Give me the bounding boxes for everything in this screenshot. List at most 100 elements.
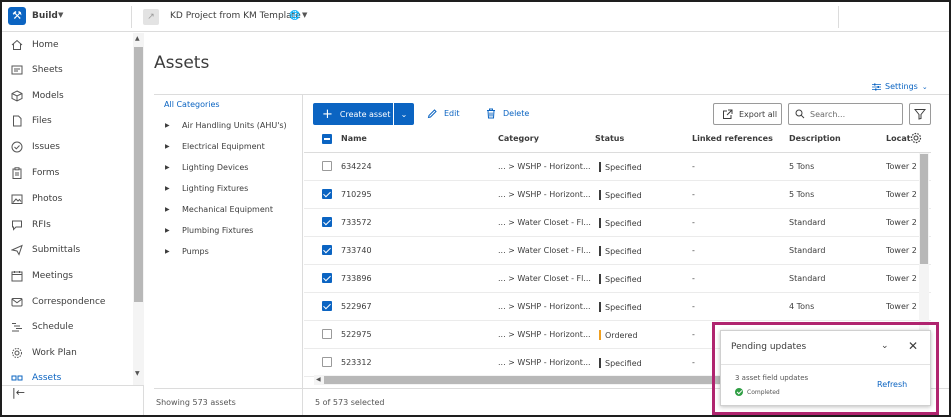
- caret-down-icon[interactable]: ▼: [58, 11, 63, 19]
- export-all-button[interactable]: Export all: [713, 103, 782, 125]
- table-row[interactable]: 710295 ... > WSHP - Horizont... Specified -…: [304, 181, 931, 209]
- edit-button[interactable]: Edit: [427, 108, 460, 119]
- sidebar-item-rfis[interactable]: RFIs: [2, 213, 133, 237]
- scroll-left-icon[interactable]: ◀: [316, 376, 321, 383]
- all-categories-link[interactable]: All Categories: [164, 100, 220, 109]
- chevron-down-icon: ⌄: [921, 82, 928, 91]
- sidebar-item-issues[interactable]: Issues: [2, 135, 133, 159]
- category-item[interactable]: ▶ Lighting Devices: [165, 163, 248, 172]
- expand-arrow-icon[interactable]: ▶: [165, 206, 182, 213]
- category-item[interactable]: ▶ Electrical Equipment: [165, 142, 265, 151]
- category-item[interactable]: ▶ Pumps: [165, 247, 209, 256]
- refresh-button[interactable]: Refresh: [877, 380, 907, 389]
- table-row[interactable]: 733740 ... > Water Closet - Fl... Specifie…: [304, 237, 931, 265]
- hammer-icon[interactable]: ⚒: [8, 7, 26, 25]
- create-asset-button[interactable]: + Create asset: [313, 103, 393, 125]
- column-header-linked-references[interactable]: Linked references: [692, 134, 773, 143]
- filter-button[interactable]: [909, 103, 931, 125]
- row-checkbox[interactable]: [322, 273, 332, 283]
- sidebar-item-home[interactable]: Home: [2, 33, 133, 57]
- status-text: Specified: [605, 275, 642, 284]
- sidebar-item-photos[interactable]: Photos: [2, 187, 133, 211]
- status-indicator: [599, 162, 601, 172]
- column-header-name[interactable]: Name: [341, 134, 367, 143]
- row-checkbox[interactable]: [322, 329, 332, 339]
- cell-description: 5 Tons: [789, 190, 815, 199]
- status-badge: Completed: [735, 388, 780, 396]
- sidebar-item-meetings[interactable]: Meetings: [2, 264, 133, 288]
- search-field[interactable]: [788, 103, 903, 125]
- delete-button[interactable]: Delete: [486, 108, 529, 119]
- sidebar-scroll-thumb[interactable]: [134, 47, 143, 302]
- column-header-location[interactable]: Locat: [886, 134, 911, 143]
- sidebar-item-files[interactable]: Files: [2, 109, 133, 133]
- row-checkbox[interactable]: [322, 245, 332, 255]
- column-header-category[interactable]: Category: [498, 134, 539, 143]
- expand-arrow-icon[interactable]: ▶: [165, 164, 182, 171]
- project-name[interactable]: KD Project from KM Template: [170, 11, 301, 21]
- sidebar-item-schedule[interactable]: Schedule: [2, 315, 133, 339]
- create-asset-dropdown[interactable]: ⌄: [394, 103, 414, 125]
- filter-icon: [914, 109, 926, 120]
- column-settings-gear-icon[interactable]: [910, 132, 922, 147]
- delete-label: Delete: [503, 109, 530, 118]
- cell-status: Ordered: [599, 330, 638, 340]
- column-header-description[interactable]: Description: [789, 134, 841, 143]
- row-checkbox[interactable]: [322, 301, 332, 311]
- scroll-up-icon[interactable]: ▲: [135, 35, 140, 42]
- collapse-chevron-icon[interactable]: ⌄: [881, 341, 889, 351]
- category-item[interactable]: ▶ Mechanical Equipment: [165, 205, 273, 214]
- sidebar-item-models[interactable]: Models: [2, 84, 133, 108]
- cell-linked-references: -: [692, 218, 695, 227]
- table-horizontal-scroll-thumb[interactable]: [324, 376, 724, 384]
- cell-name: 522967: [341, 302, 372, 311]
- row-checkbox[interactable]: [322, 189, 332, 199]
- row-checkbox[interactable]: [322, 161, 332, 171]
- row-checkbox[interactable]: [322, 357, 332, 367]
- expand-arrow-icon[interactable]: ▶: [165, 248, 182, 255]
- row-checkbox[interactable]: [322, 217, 332, 227]
- expand-arrow-icon[interactable]: ▶: [165, 122, 182, 129]
- category-item[interactable]: ▶ Air Handling Units (AHU's): [165, 121, 287, 130]
- sidebar-item-sheets[interactable]: Sheets: [2, 58, 133, 82]
- app-switcher-label[interactable]: Build: [32, 11, 58, 21]
- sidebar-item-assets[interactable]: Assets: [2, 367, 133, 385]
- page-title: Assets: [154, 53, 210, 73]
- sidebar-item-correspondence[interactable]: Correspondence: [2, 290, 133, 314]
- table-row[interactable]: 522967 ... > WSHP - Horizont... Specified -…: [304, 293, 931, 321]
- category-label: Plumbing Fixtures: [182, 226, 254, 235]
- select-all-checkbox[interactable]: [322, 134, 332, 144]
- expand-arrow-icon[interactable]: ▶: [165, 185, 182, 192]
- sidebar-item-forms[interactable]: Forms: [2, 161, 133, 185]
- table-vertical-scroll-thumb[interactable]: [920, 154, 928, 264]
- collapse-sidebar-icon[interactable]: |←: [12, 386, 25, 399]
- caret-down-icon[interactable]: ▼: [302, 11, 307, 19]
- sliders-icon: [872, 83, 881, 90]
- category-item[interactable]: ▶ Lighting Fixtures: [165, 184, 248, 193]
- category-item[interactable]: ▶ Plumbing Fixtures: [165, 226, 253, 235]
- sidebar-item-label: Sheets: [32, 65, 63, 75]
- mail-icon: [11, 296, 23, 308]
- cell-location: Tower 2: [886, 190, 917, 199]
- table-row[interactable]: 733572 ... > Water Closet - Fl... Specifie…: [304, 209, 931, 237]
- scroll-down-icon[interactable]: ▼: [135, 370, 140, 377]
- expand-arrow-icon[interactable]: ▶: [165, 143, 182, 150]
- check-circle-icon: [735, 388, 743, 396]
- cell-category: ... > WSHP - Horizont...: [498, 358, 591, 367]
- expand-arrow-icon[interactable]: ▶: [165, 227, 182, 234]
- sidebar-item-submittals[interactable]: Submittals: [2, 238, 133, 262]
- close-icon[interactable]: ✕: [908, 339, 918, 353]
- table-row[interactable]: 733896 ... > Water Closet - Fl... Specifie…: [304, 265, 931, 293]
- status-text: Specified: [605, 163, 642, 172]
- sidebar-item-work-plan[interactable]: Work Plan: [2, 341, 133, 365]
- cell-name: 733572: [341, 218, 372, 227]
- cell-description: Standard: [789, 218, 826, 227]
- category-label: Lighting Devices: [182, 163, 249, 172]
- table-row[interactable]: 634224 ... > WSHP - Horizont... Specified -…: [304, 153, 931, 181]
- cell-name: 733896: [341, 274, 372, 283]
- cell-linked-references: -: [692, 358, 695, 367]
- column-header-status[interactable]: Status: [595, 134, 624, 143]
- cell-description: Standard: [789, 246, 826, 255]
- search-input[interactable]: [810, 109, 890, 119]
- settings-button[interactable]: Settings ⌄: [872, 82, 928, 91]
